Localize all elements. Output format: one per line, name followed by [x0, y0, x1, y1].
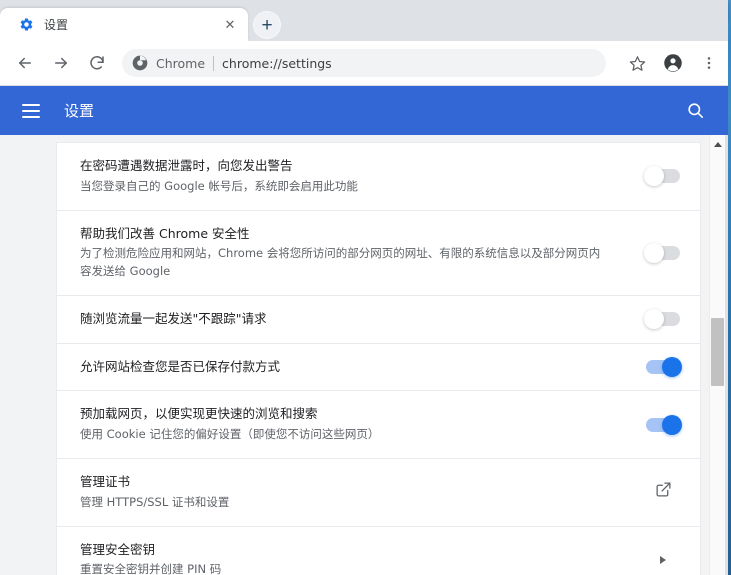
settings-row[interactable]: 允许网站检查您是否已保存付款方式 — [57, 344, 700, 392]
settings-row-title: 预加载网页，以便实现更快速的浏览和搜索 — [80, 406, 318, 422]
external-link-icon[interactable] — [655, 481, 672, 503]
new-tab-button[interactable]: + — [253, 11, 281, 39]
settings-row-text: 允许网站检查您是否已保存付款方式 — [80, 358, 626, 377]
settings-row-title: 帮助我们改善 Chrome 安全性 — [80, 225, 250, 241]
settings-row-text: 在密码遭遇数据泄露时，向您发出警告当您登录自己的 Google 帐号后，系统即会… — [80, 157, 626, 196]
settings-content: 在密码遭遇数据泄露时，向您发出警告当您登录自己的 Google 帐号后，系统即会… — [0, 135, 712, 575]
settings-row-title: 管理安全密钥 — [80, 541, 156, 557]
toggle-switch[interactable] — [644, 309, 680, 330]
plus-icon: + — [261, 14, 273, 36]
profile-avatar[interactable] — [658, 48, 688, 78]
desktop-background: X 设置 ✕ + — [0, 0, 731, 575]
hamburger-bar — [22, 115, 40, 118]
vertical-scrollbar[interactable] — [709, 135, 725, 575]
tab-title: 设置 — [44, 18, 69, 32]
settings-row-control — [626, 555, 700, 564]
settings-row-subtitle: 当您登录自己的 Google 帐号后，系统即会启用此功能 — [80, 178, 358, 193]
toggle-knob — [644, 242, 664, 263]
scroll-up-arrow-icon[interactable] — [710, 137, 725, 151]
settings-row[interactable]: 预加载网页，以便实现更快速的浏览和搜索使用 Cookie 记住您的偏好设置（即使… — [57, 391, 700, 459]
settings-row-control — [626, 242, 700, 263]
reload-button[interactable] — [82, 48, 112, 78]
settings-row-text: 随浏览流量一起发送"不跟踪"请求 — [80, 310, 626, 329]
toggle-knob — [662, 414, 682, 435]
settings-row-title: 随浏览流量一起发送"不跟踪"请求 — [80, 310, 267, 326]
settings-row-text: 帮助我们改善 Chrome 安全性为了检测危险应用和网站，Chrome 会将您所… — [80, 225, 626, 281]
gear-icon — [18, 17, 34, 33]
settings-row-subtitle: 管理 HTTPS/SSL 证书和设置 — [80, 494, 230, 509]
settings-row-text: 管理证书管理 HTTPS/SSL 证书和设置 — [80, 473, 626, 512]
hamburger-bar — [22, 103, 40, 106]
settings-row[interactable]: 帮助我们改善 Chrome 安全性为了检测危险应用和网站，Chrome 会将您所… — [57, 211, 700, 296]
settings-row[interactable]: 管理证书管理 HTTPS/SSL 证书和设置 — [57, 459, 700, 527]
forward-button[interactable] — [46, 48, 76, 78]
toggle-switch[interactable] — [644, 242, 680, 263]
scroll-thumb[interactable] — [711, 318, 724, 386]
settings-row[interactable]: 管理安全密钥重置安全密钥并创建 PIN 码 — [57, 527, 700, 575]
tab-settings[interactable]: 设置 ✕ — [0, 8, 248, 41]
omnibox[interactable]: Chrome chrome://settings — [122, 49, 606, 77]
settings-row-control — [626, 309, 700, 330]
settings-row-title: 管理证书 — [80, 474, 131, 489]
omnibox-url: chrome://settings — [222, 55, 332, 71]
toggle-knob — [644, 309, 664, 330]
toggle-switch[interactable] — [646, 414, 682, 435]
settings-row-subtitle: 重置安全密钥并创建 PIN 码 — [80, 562, 222, 575]
settings-row[interactable]: 在密码遭遇数据泄露时，向您发出警告当您登录自己的 Google 帐号后，系统即会… — [57, 143, 700, 211]
settings-row-text: 管理安全密钥重置安全密钥并创建 PIN 码 — [80, 541, 626, 575]
settings-row-subtitle: 使用 Cookie 记住您的偏好设置（即使您不访问这些网页） — [80, 427, 380, 442]
chrome-window: 设置 ✕ + Chrome chrome://settings 设置 在密码遭遇… — [0, 0, 728, 575]
toggle-knob — [662, 357, 682, 378]
settings-row-title: 允许网站检查您是否已保存付款方式 — [80, 358, 281, 374]
tab-close-icon[interactable]: ✕ — [220, 15, 240, 35]
settings-row-control — [626, 357, 700, 378]
toggle-switch[interactable] — [646, 357, 682, 378]
chevron-right-icon[interactable] — [660, 555, 666, 564]
settings-row-control — [626, 481, 700, 503]
browser-toolbar: Chrome chrome://settings — [0, 41, 728, 86]
bookmark-star-icon[interactable] — [622, 48, 652, 78]
settings-card: 在密码遭遇数据泄露时，向您发出警告当您登录自己的 Google 帐号后，系统即会… — [57, 143, 700, 575]
hamburger-bar — [22, 109, 40, 112]
tab-strip: 设置 ✕ + — [0, 0, 728, 41]
settings-row-control — [626, 414, 700, 435]
toggle-switch[interactable] — [644, 166, 680, 187]
chrome-logo-icon — [132, 55, 148, 71]
settings-header: 设置 — [0, 86, 728, 135]
omnibox-scheme-label: Chrome — [156, 55, 206, 71]
settings-row-subtitle: 为了检测危险应用和网站，Chrome 会将您所访问的部分网页的网址、有限的系统信… — [80, 246, 601, 279]
omnibox-separator — [213, 55, 215, 71]
browser-menu-button[interactable] — [694, 48, 724, 78]
settings-row[interactable]: 随浏览流量一起发送"不跟踪"请求 — [57, 296, 700, 344]
toggle-knob — [644, 166, 664, 187]
settings-row-control — [626, 166, 700, 187]
hamburger-icon[interactable] — [22, 103, 40, 118]
back-button[interactable] — [10, 48, 40, 78]
settings-row-text: 预加载网页，以便实现更快速的浏览和搜索使用 Cookie 记住您的偏好设置（即使… — [80, 405, 626, 444]
page-title: 设置 — [64, 102, 95, 120]
toolbar-right-group — [612, 48, 724, 78]
search-icon[interactable] — [684, 100, 706, 122]
settings-row-title: 在密码遭遇数据泄露时，向您发出警告 — [80, 158, 293, 173]
